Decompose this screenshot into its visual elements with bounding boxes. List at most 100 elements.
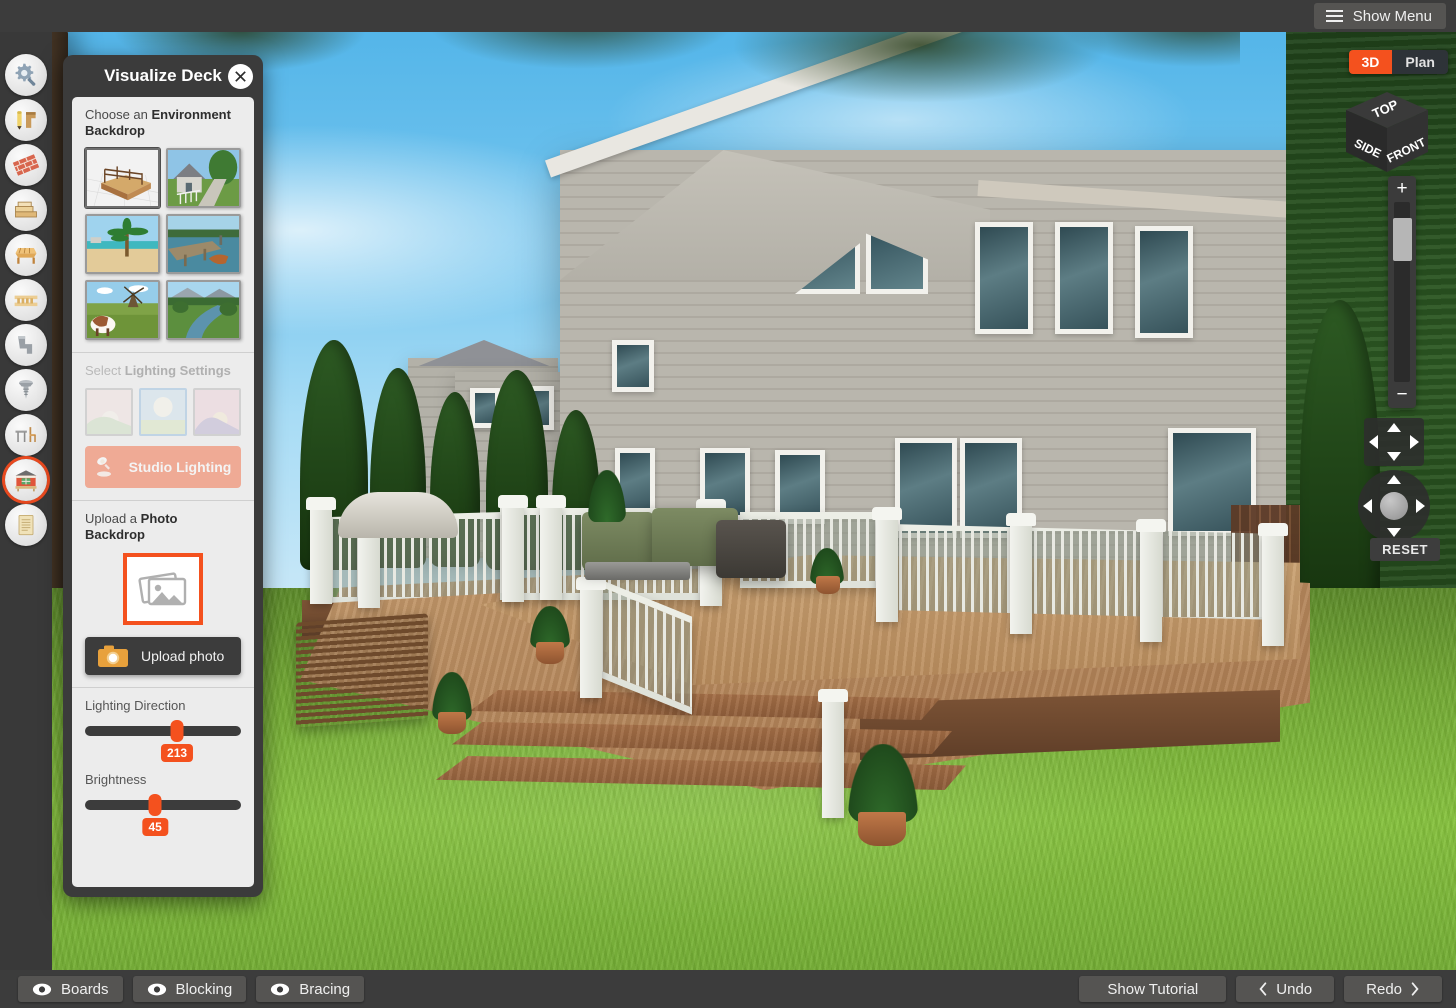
panel-header: Visualize Deck [63, 55, 263, 97]
photo-section: Upload a Photo Backdrop Upload photo [72, 501, 254, 688]
show-menu-button[interactable]: Show Menu [1313, 3, 1446, 29]
backdrop-beach-palm[interactable] [85, 214, 160, 274]
grill [338, 492, 458, 538]
brightness-value: 45 [142, 818, 168, 836]
pan-right-arrow[interactable] [1410, 435, 1419, 449]
garden-bench [296, 613, 428, 728]
orbit-left-arrow[interactable] [1363, 499, 1372, 513]
fasteners-tool[interactable] [5, 369, 47, 411]
foundation-tool[interactable] [5, 144, 47, 186]
backdrop-river-valley[interactable] [166, 280, 241, 340]
view-cube[interactable]: TOP SIDE FRONT [1340, 88, 1434, 180]
panel-title: Visualize Deck [104, 66, 222, 85]
backdrop-lake-dock[interactable] [166, 214, 241, 274]
show-menu-label: Show Menu [1352, 7, 1432, 25]
visualize-tool[interactable] [5, 459, 47, 501]
lighting-direction-value: 213 [161, 744, 194, 762]
brightness-label: Brightness [85, 772, 147, 787]
pan-down-arrow[interactable] [1387, 452, 1401, 461]
pan-control[interactable] [1364, 418, 1424, 466]
hardware-tool[interactable] [5, 324, 47, 366]
zoom-in-button[interactable]: + [1388, 176, 1416, 202]
pan-left-arrow[interactable] [1369, 435, 1378, 449]
potted-plant-foliage [848, 744, 918, 822]
potted-plant-foliage [588, 470, 626, 522]
eye-icon [147, 983, 166, 995]
orbit-knob[interactable] [1380, 492, 1408, 520]
draw-deck-tool[interactable] [5, 99, 47, 141]
photo-dropzone[interactable] [123, 553, 203, 625]
zoom-slider[interactable]: + − [1388, 176, 1416, 408]
materials-list-tool[interactable] [5, 504, 47, 546]
lighting-sunset[interactable] [193, 388, 241, 436]
decking-tool[interactable] [5, 189, 47, 231]
brightness-thumb[interactable] [148, 794, 162, 816]
joists-tool[interactable] [5, 279, 47, 321]
photo-label: Upload a Photo Backdrop [85, 511, 241, 543]
view-plan-button[interactable]: Plan [1392, 50, 1448, 74]
deck-designer-app: Show Menu 3D Plan TOP SIDE FRONT + − RES… [0, 0, 1456, 1008]
orbit-right-arrow[interactable] [1416, 499, 1425, 513]
lighting-direction-track[interactable] [85, 726, 241, 736]
lighting-direction-slider[interactable]: 213 [85, 720, 241, 766]
frame-table-icon [15, 247, 37, 264]
pan-up-arrow[interactable] [1387, 423, 1401, 432]
panel-body: Choose an Environment Backdrop Select Li… [72, 97, 254, 887]
orbit-control[interactable] [1358, 470, 1430, 542]
studio-lighting-button[interactable]: Studio Lighting [85, 446, 241, 488]
backdrop-suburban-home[interactable] [166, 148, 241, 208]
toggle-bracing[interactable]: Bracing [256, 976, 365, 1002]
railing-post [536, 495, 566, 600]
stair-post-lower [818, 689, 848, 818]
toggle-boards[interactable]: Boards [18, 976, 123, 1002]
zoom-out-button[interactable]: − [1388, 382, 1416, 408]
orbit-down-arrow[interactable] [1387, 528, 1401, 537]
toggle-blocking-label: Blocking [175, 980, 233, 998]
patio-door [895, 438, 957, 538]
reset-view-button[interactable]: RESET [1370, 538, 1440, 561]
framing-tool[interactable] [5, 234, 47, 276]
left-toolbar [0, 32, 52, 970]
document-list-icon [18, 514, 34, 536]
lighting-direction-thumb[interactable] [170, 720, 184, 742]
view-mode-toggle[interactable]: 3D Plan [1348, 50, 1448, 74]
planter-pot [816, 576, 840, 594]
railing-post [498, 495, 528, 602]
lighting-dawn[interactable] [85, 388, 133, 436]
undo-label: Undo [1276, 980, 1313, 998]
settings-tool[interactable] [5, 54, 47, 96]
backdrop-farm-windmill[interactable] [85, 280, 160, 340]
house-window [1135, 226, 1193, 338]
eye-icon [271, 983, 290, 995]
table-chair-icon [15, 427, 36, 442]
joist-rail-icon [14, 295, 38, 307]
environment-label-prefix: Choose an [85, 107, 152, 122]
screw-icon [19, 380, 33, 399]
bracket-icon [18, 336, 33, 354]
railing-post [1258, 523, 1288, 646]
brightness-slider[interactable]: 45 [85, 794, 241, 840]
undo-button[interactable]: Undo [1236, 976, 1335, 1002]
chevron-right-icon [1411, 982, 1419, 996]
upload-photo-label: Upload photo [141, 648, 225, 664]
redo-button[interactable]: Redo [1344, 976, 1442, 1002]
orbit-up-arrow[interactable] [1387, 475, 1401, 484]
brightness-track[interactable] [85, 800, 241, 810]
close-icon [235, 71, 246, 82]
show-tutorial-label: Show Tutorial [1107, 980, 1199, 998]
toggle-blocking[interactable]: Blocking [132, 976, 247, 1002]
show-tutorial-button[interactable]: Show Tutorial [1079, 976, 1227, 1002]
view-3d-button[interactable]: 3D [1348, 50, 1393, 74]
environment-label: Choose an Environment Backdrop [85, 107, 241, 139]
furniture-tool[interactable] [5, 414, 47, 456]
house-window [612, 340, 654, 392]
environment-section: Choose an Environment Backdrop [72, 97, 254, 353]
railing-post [872, 507, 902, 622]
lighting-midday[interactable] [139, 388, 187, 436]
backdrop-studio-deck[interactable] [85, 148, 160, 208]
zoom-slider-thumb[interactable] [1393, 218, 1412, 261]
bottom-bar: Boards Blocking Bracing Show Tutorial Un… [0, 970, 1456, 1008]
panel-close-button[interactable] [228, 64, 253, 89]
upload-photo-button[interactable]: Upload photo [85, 637, 241, 675]
house-window [975, 222, 1033, 334]
